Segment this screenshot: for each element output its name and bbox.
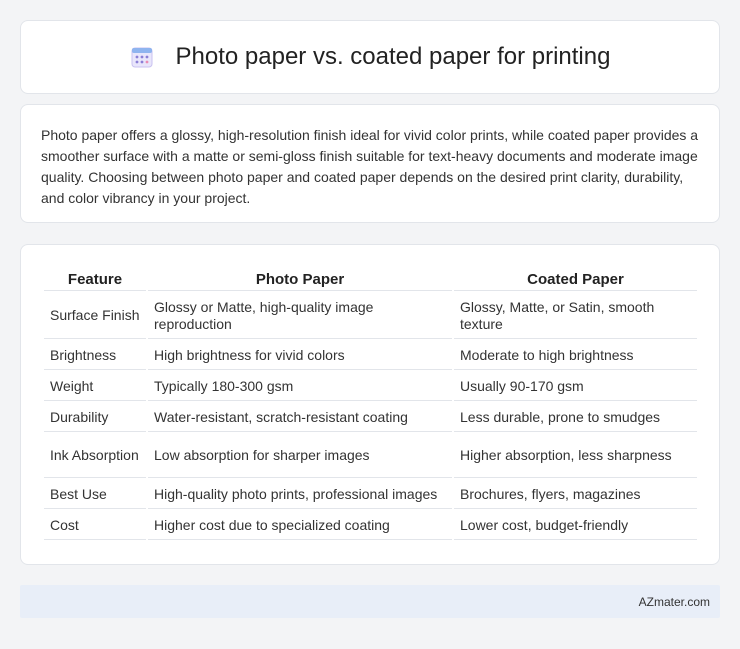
table-row: Brightness High brightness for vivid col…	[44, 341, 697, 370]
photo-paper-cell: Low absorption for sharper images	[148, 434, 452, 478]
table-row: Ink Absorption Low absorption for sharpe…	[44, 434, 697, 478]
coated-paper-cell: Higher absorption, less sharpness	[454, 434, 697, 478]
table-row: Cost Higher cost due to specialized coat…	[44, 511, 697, 540]
table-header-row: Feature Photo Paper Coated Paper	[44, 268, 697, 291]
feature-cell: Brightness	[44, 341, 146, 370]
header-photo-paper: Photo Paper	[148, 268, 452, 291]
coated-paper-cell: Lower cost, budget-friendly	[454, 511, 697, 540]
table-card: Feature Photo Paper Coated Paper Surface…	[20, 244, 720, 565]
feature-cell: Ink Absorption	[44, 434, 146, 478]
coated-paper-cell: Less durable, prone to smudges	[454, 403, 697, 432]
page-title: Photo paper vs. coated paper for printin…	[175, 43, 611, 70]
header-coated-paper: Coated Paper	[454, 268, 697, 291]
photo-paper-cell: Water-resistant, scratch-resistant coati…	[148, 403, 452, 432]
feature-cell: Surface Finish	[44, 293, 146, 339]
header-feature: Feature	[44, 268, 146, 291]
feature-cell: Durability	[44, 403, 146, 432]
feature-cell: Best Use	[44, 480, 146, 509]
table-row: Weight Typically 180-300 gsm Usually 90-…	[44, 372, 697, 401]
coated-paper-cell: Usually 90-170 gsm	[454, 372, 697, 401]
calendar-icon	[130, 45, 154, 69]
feature-cell: Cost	[44, 511, 146, 540]
footer-site-link[interactable]: AZmater.com	[639, 595, 710, 609]
table-row: Surface Finish Glossy or Matte, high-qua…	[44, 293, 697, 339]
feature-cell: Weight	[44, 372, 146, 401]
table-row: Best Use High-quality photo prints, prof…	[44, 480, 697, 509]
intro-card: Photo paper offers a glossy, high-resolu…	[20, 104, 720, 223]
coated-paper-cell: Brochures, flyers, magazines	[454, 480, 697, 509]
photo-paper-cell: Higher cost due to specialized coating	[148, 511, 452, 540]
photo-paper-cell: High-quality photo prints, professional …	[148, 480, 452, 509]
photo-paper-cell: Typically 180-300 gsm	[148, 372, 452, 401]
coated-paper-cell: Glossy, Matte, or Satin, smooth texture	[454, 293, 697, 339]
footer: AZmater.com	[20, 585, 720, 618]
coated-paper-cell: Moderate to high brightness	[454, 341, 697, 370]
table-row: Durability Water-resistant, scratch-resi…	[44, 403, 697, 432]
comparison-table: Feature Photo Paper Coated Paper Surface…	[42, 266, 699, 542]
photo-paper-cell: High brightness for vivid colors	[148, 341, 452, 370]
intro-text: Photo paper offers a glossy, high-resolu…	[41, 127, 699, 206]
photo-paper-cell: Glossy or Matte, high-quality image repr…	[148, 293, 452, 339]
title-card: Photo paper vs. coated paper for printin…	[20, 20, 720, 94]
